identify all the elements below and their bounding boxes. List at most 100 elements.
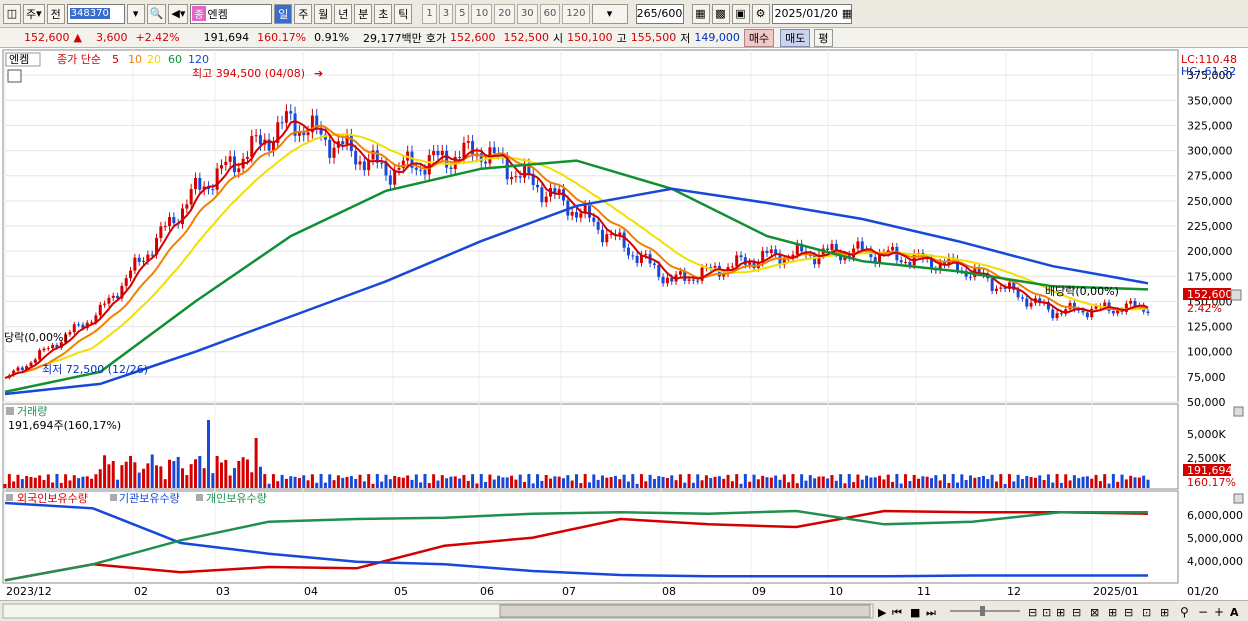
period-year-button[interactable]: 년 [334,3,353,24]
table-toggle-icon[interactable] [7,69,22,83]
layout-icon-3[interactable]: ⊞ [1056,606,1065,619]
candle-body [904,262,908,264]
volume-bar [596,479,600,488]
gear-icon[interactable]: ⚙ [751,3,770,24]
price-ytick-label: 275,000 [1187,170,1233,183]
count-input[interactable]: 265/600 [635,3,684,24]
candle-body [1025,298,1029,307]
date-input[interactable]: 2025/01/20 ▦ [771,3,852,24]
period-minute-button[interactable]: 분 [354,3,373,24]
candle-body [1090,308,1094,318]
volume-bar [237,460,241,488]
interval-60-button[interactable]: 60 [539,3,561,24]
code-dropdown-icon[interactable]: ▾ [126,3,145,24]
stock-code-input[interactable]: 348370 [66,3,125,24]
candle-body [605,234,609,243]
volume-bar [639,474,643,488]
layout-icon-4[interactable]: ⊟ [1072,606,1081,619]
volume-bar [782,474,786,488]
volume-bar [250,472,254,488]
scrollbar-thumb[interactable] [499,604,871,618]
interval-1-button[interactable]: 1 [422,3,437,24]
volume-bar [1120,474,1124,488]
save-icon[interactable]: ▣ [731,3,750,24]
search-zoom-icon[interactable]: ⚲ [1180,605,1189,619]
layout-icon-1[interactable]: ⊟ [1028,606,1037,619]
volume-bar [159,466,163,488]
candle-body [107,297,111,304]
zoom-out-icon[interactable]: − [1198,605,1208,619]
prev-button[interactable]: 전 [46,3,65,24]
scroll-right-icon[interactable]: ▶ [878,606,887,619]
sell-button[interactable]: 매도 [780,28,811,47]
zoom-in-icon[interactable]: + [1214,605,1224,619]
rewind-icon[interactable]: ⏮ [892,606,902,619]
volume-bar [973,477,977,488]
close-volume-panel-icon[interactable] [1233,406,1244,417]
volume-bar [267,483,271,488]
compare-icon[interactable]: ▦ [691,3,710,24]
layout-icon-6[interactable]: ⊞ [1108,606,1117,619]
volume-bar [761,475,765,488]
period-tick-button[interactable]: 틱 [394,3,413,24]
interval-20-button[interactable]: 20 [494,3,515,24]
candle-body [514,176,518,178]
high-price: 155,500 [630,31,677,44]
calendar-icon[interactable]: ▦ [842,7,852,20]
candle-body [592,217,596,222]
buy-button[interactable]: 매수 [743,28,775,47]
candle-body [661,276,665,284]
volume-bar [276,481,280,488]
interval-10-button[interactable]: 10 [471,3,493,24]
period-dropdown[interactable]: 주 ▾ [23,3,45,24]
volume-bar [263,474,267,488]
volume-bar [393,475,397,488]
layout-icon-5[interactable]: ⊠ [1090,606,1099,619]
volume-bar [514,479,518,488]
volume-bar [219,462,223,488]
period-week-button[interactable]: 주 [294,3,313,24]
volume-bar [730,481,734,488]
interval-30-button[interactable]: 30 [516,3,538,24]
period-label: 주 [26,7,37,21]
search-icon[interactable]: 🔍 [146,3,167,24]
candle-body [219,165,223,169]
layout-icon-8[interactable]: ⊡ [1142,606,1151,619]
volume-ytick-5000k: 5,000K [1187,428,1226,441]
stock-name-box[interactable]: 종 엔켐 [190,3,273,24]
forward-icon[interactable]: ⏭ [926,606,936,619]
stop-icon[interactable]: ■ [910,606,920,619]
ask-label: 호가 [425,31,447,45]
chart-tools-icon[interactable]: ▩ [711,3,730,24]
sound-icon[interactable]: ◀▾ [168,3,189,24]
collapse-price-panel-icon[interactable] [1230,289,1242,301]
stock-chart-svg[interactable]: 375,000350,000325,000300,000275,000250,0… [0,48,1248,600]
interval-120-button[interactable]: 120 [562,3,590,24]
font-size-icon[interactable]: A [1230,606,1239,619]
close-holding-panel-icon[interactable] [1233,493,1244,504]
interval-dropdown[interactable]: ▾ [591,3,628,24]
holding-ytick-6m: 6,000,000 [1187,509,1243,522]
eval-button[interactable]: 평 [814,28,833,47]
volume-bar [488,474,492,488]
layout-icon-2[interactable]: ⊡ [1042,606,1051,619]
window-menu-icon[interactable]: ◫ [3,3,21,24]
interval-3-button[interactable]: 3 [438,3,454,24]
volume-bar [215,455,219,488]
x-tick-label: 2025/01 [1093,585,1139,598]
candle-body [362,161,366,171]
period-month-button[interactable]: 월 [314,3,333,24]
period-second-button[interactable]: 초 [374,3,393,24]
candle-body [652,263,656,265]
volume-bar [1016,474,1020,488]
candle-body [185,204,189,209]
chart-area[interactable]: 375,000 350,000 325,000 300,000 275,000 250,0… [0,48,1248,600]
interval-5-button[interactable]: 5 [455,3,470,24]
x-tick-label: 2023/12 [6,585,52,598]
layout-icon-7[interactable]: ⊟ [1124,606,1133,619]
zoom-slider-handle[interactable] [980,606,985,616]
volume-bar [406,475,410,488]
period-day-button[interactable]: 일 [274,3,293,24]
volume-bar [328,474,332,488]
layout-icon-9[interactable]: ⊞ [1160,606,1169,619]
